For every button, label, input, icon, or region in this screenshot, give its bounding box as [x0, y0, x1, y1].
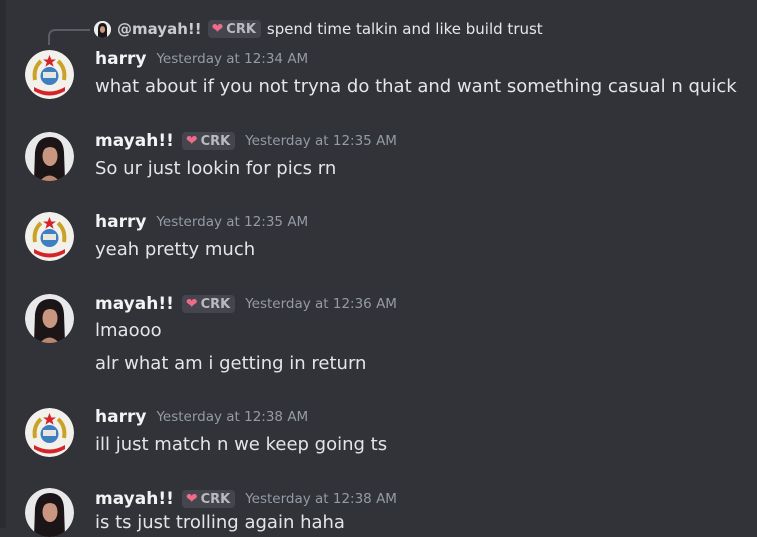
heart-icon: ❤	[185, 296, 198, 312]
message-text: alr what am i getting in return	[95, 353, 367, 374]
message-author[interactable]: mayah!!	[95, 294, 174, 314]
message-timestamp: Yesterday at 12:38 AM	[245, 491, 397, 507]
chat-area: @mayah!! ❤ CRK spend time talkin and like…	[0, 0, 757, 537]
reply-mention[interactable]: @mayah!!	[117, 20, 202, 38]
message-author[interactable]: harry	[95, 212, 146, 232]
message-timestamp: Yesterday at 12:34 AM	[156, 51, 309, 67]
user-tag: ❤ CRK	[181, 132, 236, 150]
reply-text[interactable]: spend time talkin and like build trust	[267, 20, 543, 38]
portrait-avatar[interactable]	[25, 132, 74, 181]
user-tag: ❤ CRK	[181, 490, 236, 508]
reply-tag-label: CRK	[226, 21, 256, 37]
message-text: So ur just lookin for pics rn	[95, 158, 337, 179]
message-author[interactable]: harry	[95, 407, 146, 427]
reply-spine	[48, 29, 90, 45]
message-text: ill just match n we keep going ts	[95, 434, 388, 455]
message-text: is ts just trolling again haha	[95, 512, 345, 533]
message-text: yeah pretty much	[95, 239, 256, 260]
message-text: what about if you not tryna do that and …	[95, 76, 737, 97]
message-author[interactable]: harry	[95, 49, 146, 69]
reply-avatar[interactable]	[94, 20, 111, 38]
message-author[interactable]: mayah!!	[95, 489, 174, 509]
emblem-avatar[interactable]	[25, 408, 74, 457]
left-divider	[0, 0, 6, 528]
reply-tag: ❤ CRK	[207, 20, 261, 38]
portrait-avatar[interactable]	[25, 488, 74, 537]
message-timestamp: Yesterday at 12:35 AM	[245, 133, 397, 149]
heart-icon: ❤	[211, 21, 224, 37]
message-author[interactable]: mayah!!	[95, 131, 174, 151]
message-timestamp: Yesterday at 12:38 AM	[156, 409, 309, 425]
user-tag-label: CRK	[200, 133, 231, 149]
message-timestamp: Yesterday at 12:35 AM	[156, 214, 309, 230]
emblem-avatar[interactable]	[25, 50, 74, 99]
portrait-avatar[interactable]	[25, 294, 74, 343]
user-tag: ❤ CRK	[181, 295, 236, 313]
emblem-avatar[interactable]	[25, 212, 74, 261]
message-timestamp: Yesterday at 12:36 AM	[245, 296, 397, 312]
message-text: lmaooo	[95, 320, 162, 341]
heart-icon: ❤	[185, 491, 198, 507]
user-tag-label: CRK	[200, 491, 231, 507]
heart-icon: ❤	[185, 133, 198, 149]
user-tag-label: CRK	[200, 296, 231, 312]
